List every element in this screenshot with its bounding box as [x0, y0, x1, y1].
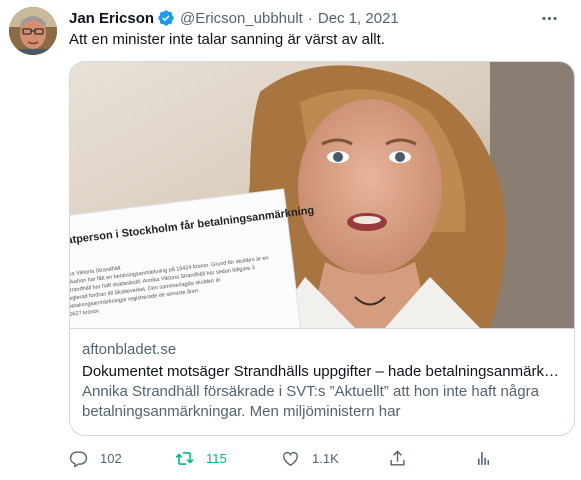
like-icon [283, 451, 298, 466]
reply-button[interactable]: 102 [69, 446, 122, 470]
card-image[interactable]: vatperson i Stockholm får betalningsanmä… [70, 62, 574, 328]
tweet-text: Att en minister inte talar sanning är vä… [69, 31, 385, 48]
reply-count: 102 [100, 450, 122, 466]
reply-icon [69, 450, 88, 468]
retweet-count: 115 [206, 450, 227, 466]
card-meta[interactable]: aftonbladet.se Dokumentet motsäger Stran… [70, 328, 574, 435]
tweet-actions: 102 115 1.1K [69, 446, 559, 470]
analytics-icon [477, 451, 490, 465]
verified-badge-icon [157, 9, 175, 27]
card-domain: aftonbladet.se [82, 341, 177, 358]
retweet-icon [175, 451, 194, 465]
card-description: Annika Strandhäll försäkrade i SVT:s ”Ak… [82, 383, 539, 420]
like-count: 1.1K [312, 450, 339, 466]
analytics-button[interactable] [474, 446, 493, 470]
like-button[interactable]: 1.1K [281, 446, 339, 470]
more-options-button[interactable] [537, 6, 561, 30]
share-button[interactable] [388, 446, 407, 470]
tweet-date[interactable]: Dec 1, 2021 [318, 10, 399, 27]
card-title: Dokumentet motsäger Strandhälls uppgifte… [82, 363, 564, 380]
user-avatar-icon [9, 7, 57, 55]
tweet-header: Jan Ericson @Ericson_ubbhult · Dec 1, 20… [69, 8, 399, 28]
avatar[interactable] [9, 7, 57, 55]
retweet-button[interactable]: 115 [175, 446, 227, 470]
tweet[interactable]: Jan Ericson @Ericson_ubbhult · Dec 1, 20… [0, 0, 581, 480]
more-icon [541, 16, 557, 20]
display-name[interactable]: Jan Ericson [69, 10, 154, 27]
user-handle[interactable]: @Ericson_ubbhult [180, 10, 303, 27]
link-card[interactable]: vatperson i Stockholm får betalningsanmä… [69, 61, 575, 436]
share-icon [390, 449, 405, 466]
separator-dot: · [307, 9, 313, 27]
